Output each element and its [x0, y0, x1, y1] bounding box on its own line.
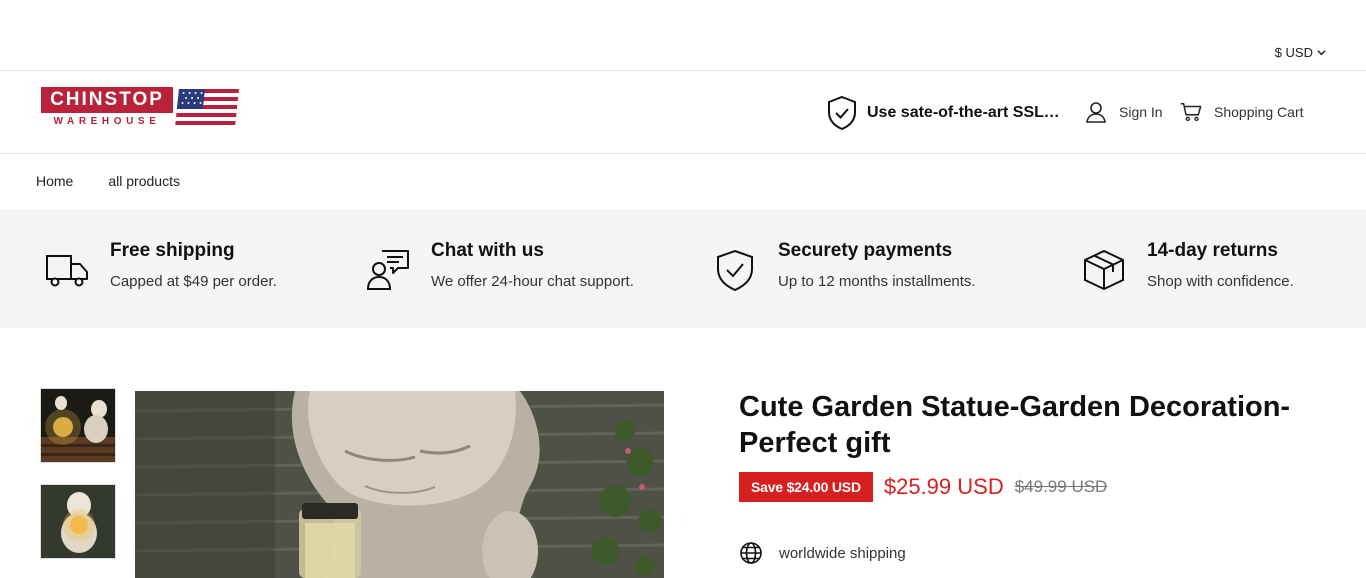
ssl-text: Use sate-of-the-art SSL Secure encryptio… [867, 104, 1063, 121]
main-nav: Home all products [36, 173, 180, 189]
feature-title: Free shipping [110, 240, 235, 261]
product-thumbnail-1[interactable] [40, 388, 116, 463]
box-icon [1084, 250, 1124, 290]
shipping-info: worldwide shipping [739, 541, 906, 565]
feature-title: Securety payments [778, 240, 953, 261]
shipping-label: worldwide shipping [779, 544, 906, 562]
top-bar: $ USD [0, 0, 1366, 71]
sign-in-link[interactable]: Sign In [1085, 101, 1163, 123]
logo[interactable]: CHINSTOP WAREHOUSE [41, 87, 241, 131]
compare-price: $49.99 USD [1014, 477, 1108, 496]
cart-icon [1180, 103, 1202, 122]
nav-item-home[interactable]: Home [36, 173, 73, 189]
nav-item-all-products[interactable]: all products [108, 173, 180, 189]
sign-in-label: Sign In [1119, 104, 1163, 120]
feature-free-shipping: Free shipping Capped at $49 per order. [44, 239, 277, 293]
currency-label: $ USD [1274, 45, 1313, 60]
product-main-image[interactable] [135, 391, 664, 578]
feature-desc: Shop with confidence. [1147, 273, 1294, 290]
price-row: Save $24.00 USD $25.99 USD $49.99 USD [739, 472, 1107, 502]
save-badge: Save $24.00 USD [739, 472, 873, 502]
globe-icon [740, 542, 762, 564]
shield-check-icon [828, 95, 856, 131]
feature-title: Chat with us [431, 240, 544, 261]
site-header: CHINSTOP WAREHOUSE Use sate-of-the-art S… [0, 71, 1366, 154]
currency-selector[interactable]: $ USD [1275, 45, 1326, 60]
feature-title: 14-day returns [1147, 240, 1278, 261]
user-icon [1086, 102, 1106, 123]
logo-subtitle: WAREHOUSE [53, 116, 161, 127]
product-photo [135, 391, 664, 578]
product-thumbnail-2[interactable] [40, 484, 116, 559]
product-title: Cute Garden Statue-Garden Decoration-Per… [739, 391, 1291, 459]
feature-returns: 14-day returns Shop with confidence. [1081, 239, 1294, 293]
feature-chat: Chat with us We offer 24-hour chat suppo… [365, 239, 634, 293]
feature-desc: We offer 24-hour chat support. [431, 273, 634, 290]
feature-desc: Capped at $49 per order. [110, 273, 277, 290]
feature-secure-payments: Securety payments Up to 12 months instal… [712, 239, 976, 293]
product-thumbnail-image [41, 389, 115, 462]
feature-desc: Up to 12 months installments. [778, 273, 976, 290]
product-thumbnail-image [41, 485, 115, 558]
shield-check-icon [717, 249, 753, 292]
sale-price: $25.99 USD [883, 474, 1004, 499]
features-bar: Free shipping Capped at $49 per order. C… [0, 209, 1366, 328]
truck-icon [46, 255, 88, 287]
logo-wordmark: CHINSTOP [41, 87, 173, 113]
shopping-cart-link[interactable]: Shopping Cart [1180, 101, 1304, 123]
cart-label: Shopping Cart [1214, 104, 1304, 120]
chevron-down-icon [1317, 50, 1326, 56]
ssl-badge: Use sate-of-the-art SSL Secure encryptio… [826, 95, 1063, 131]
chat-icon [366, 250, 409, 290]
us-flag-icon [174, 89, 239, 129]
